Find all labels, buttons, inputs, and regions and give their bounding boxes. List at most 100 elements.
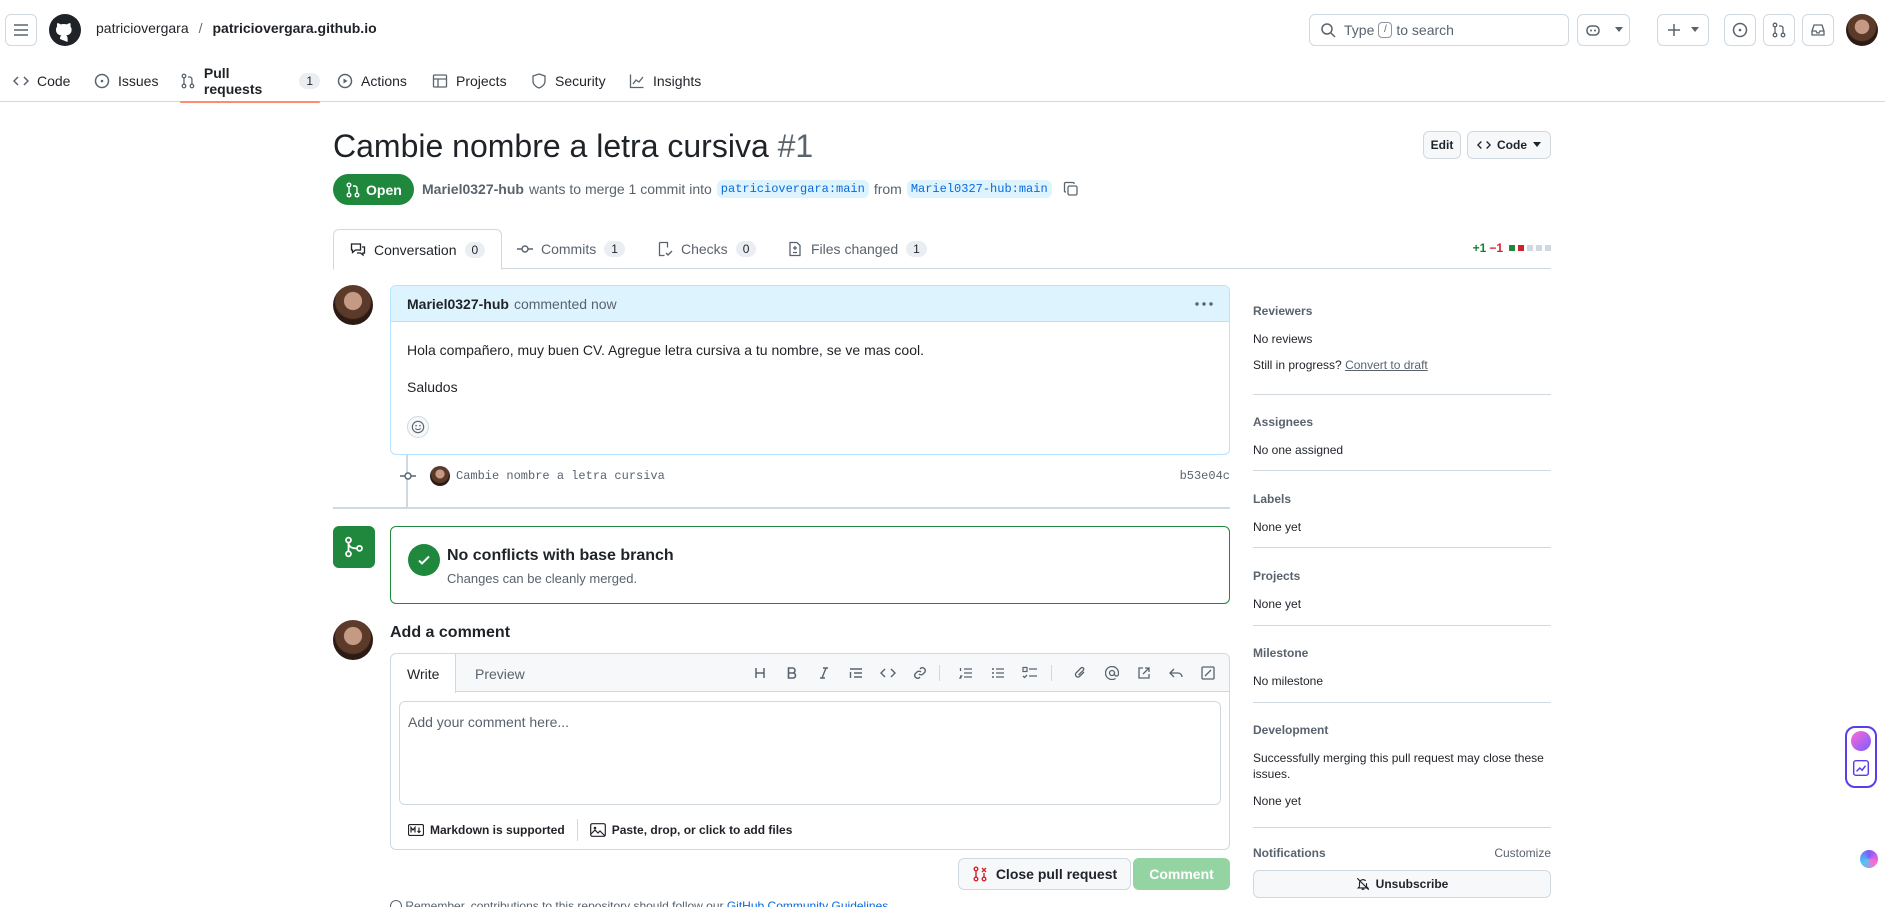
owner-link[interactable]: patriciovergara <box>96 20 189 36</box>
reviewers-heading[interactable]: Reviewers <box>1253 304 1551 318</box>
tab-commits[interactable]: Commits 1 <box>501 229 641 269</box>
nav-pull-requests-label: Pull requests <box>203 65 263 97</box>
heading-button[interactable] <box>751 664 769 682</box>
tab-checks[interactable]: Checks 0 <box>641 229 772 269</box>
diffstat-block <box>1518 245 1524 251</box>
avatar[interactable] <box>333 285 373 325</box>
extension-widget[interactable] <box>1845 726 1877 788</box>
guidelines-link[interactable]: GitHub Community Guidelines <box>727 899 888 907</box>
table-icon <box>432 74 448 88</box>
merge-text: wants to merge 1 commit into <box>528 181 712 197</box>
nav-code[interactable]: Code <box>13 60 70 102</box>
tab-preview[interactable]: Preview <box>459 654 541 693</box>
markdown-link[interactable]: Markdown is supported <box>408 823 565 837</box>
fullscreen-button[interactable] <box>1199 664 1217 682</box>
attach-files-link[interactable]: Paste, drop, or click to add files <box>589 823 792 837</box>
milestone-heading[interactable]: Milestone <box>1253 646 1551 660</box>
link-button[interactable] <box>911 664 929 682</box>
italic-icon <box>820 667 828 679</box>
nav-insights[interactable]: Insights <box>629 60 701 102</box>
base-branch[interactable]: patriciovergara:main <box>716 180 869 198</box>
add-comment-title: Add a comment <box>390 624 511 641</box>
repo-link[interactable]: patriciovergara.github.io <box>213 20 377 36</box>
quote-icon <box>849 668 862 678</box>
close-pull-request-button[interactable]: Close pull request <box>958 858 1131 890</box>
reference-button[interactable] <box>1135 664 1153 682</box>
avatar[interactable] <box>333 620 373 660</box>
inbox-button[interactable] <box>1802 14 1834 46</box>
menu-button[interactable] <box>5 14 37 46</box>
nav-actions[interactable]: Actions <box>337 60 407 102</box>
tab-write[interactable]: Write <box>391 654 457 693</box>
search-icon <box>1321 23 1336 38</box>
play-icon <box>337 73 353 89</box>
code-icon <box>880 668 896 678</box>
nav-issues[interactable]: Issues <box>94 60 158 102</box>
labels-heading[interactable]: Labels <box>1253 492 1551 506</box>
customize-link[interactable]: Customize <box>1494 846 1551 873</box>
unordered-list-icon <box>992 668 1004 678</box>
comment-time[interactable]: commented now <box>514 296 617 312</box>
mention-icon <box>1105 666 1119 680</box>
development-heading[interactable]: Development <box>1253 723 1551 737</box>
assistant-icon <box>1851 731 1871 751</box>
convert-to-draft-link[interactable]: Convert to draft <box>1345 358 1428 372</box>
pull-requests-button[interactable] <box>1763 14 1795 46</box>
search-suffix: to search <box>1396 22 1454 38</box>
nav-security[interactable]: Security <box>531 60 606 102</box>
search-input[interactable]: Type / to search <box>1309 14 1569 46</box>
pr-author-link[interactable]: Mariel0327-hub <box>422 181 524 197</box>
commit-sha-link[interactable]: b53e04c <box>1180 469 1230 483</box>
bold-button[interactable] <box>783 664 801 682</box>
comment-paragraph: Hola compañero, muy buen CV. Agregue let… <box>407 342 924 358</box>
nav-projects-label: Projects <box>456 73 507 89</box>
quote-button[interactable] <box>847 664 865 682</box>
github-logo-icon[interactable] <box>49 14 81 46</box>
unsubscribe-button[interactable]: Unsubscribe <box>1253 870 1551 898</box>
nav-projects[interactable]: Projects <box>432 60 507 102</box>
assignees-heading[interactable]: Assignees <box>1253 415 1551 429</box>
add-reaction-button[interactable] <box>407 416 429 438</box>
tab-conversation[interactable]: Conversation 0 <box>333 229 503 270</box>
saved-replies-button[interactable] <box>1167 664 1185 682</box>
comment-button[interactable]: Comment <box>1133 858 1230 890</box>
ordered-list-button[interactable] <box>957 664 975 682</box>
sidebar-notifications: Notifications Customize <box>1253 846 1551 873</box>
attach-button[interactable] <box>1071 664 1089 682</box>
commit-icon <box>400 472 416 480</box>
draft-question: Still in progress? <box>1253 358 1342 372</box>
mention-button[interactable] <box>1103 664 1121 682</box>
commit-message-link[interactable]: Cambie nombre a letra cursiva <box>456 469 665 483</box>
copilot-button[interactable] <box>1577 14 1630 46</box>
code-button[interactable] <box>879 664 897 682</box>
comment-options-button[interactable] <box>1195 301 1213 306</box>
comment-placeholder: Add your comment here... <box>408 714 570 730</box>
comment-textarea[interactable]: Add your comment here... <box>399 701 1221 805</box>
git-pull-request-closed-icon <box>973 866 987 882</box>
issues-button[interactable] <box>1724 14 1756 46</box>
breadcrumb-separator: / <box>198 20 203 36</box>
merge-subtitle: Changes can be cleanly merged. <box>447 571 638 586</box>
pull-request-icon <box>1772 22 1786 38</box>
italic-button[interactable] <box>815 664 833 682</box>
assistant-bubble-icon[interactable] <box>1860 850 1878 868</box>
avatar[interactable] <box>430 466 450 486</box>
unordered-list-button[interactable] <box>989 664 1007 682</box>
tab-conversation-count: 0 <box>464 241 486 258</box>
code-dropdown-button[interactable]: Code <box>1467 131 1551 159</box>
create-new-button[interactable] <box>1657 14 1709 46</box>
tab-files-changed[interactable]: Files changed 1 <box>771 229 943 269</box>
issue-icon <box>1732 22 1748 38</box>
plus-icon <box>1668 24 1680 36</box>
projects-heading[interactable]: Projects <box>1253 569 1551 583</box>
task-list-button[interactable] <box>1021 664 1039 682</box>
nav-pull-requests[interactable]: Pull requests 1 <box>180 60 320 103</box>
toolbar-divider <box>1051 665 1052 681</box>
edit-title-button[interactable]: Edit <box>1423 131 1461 159</box>
copy-branch-button[interactable] <box>1063 181 1079 197</box>
comment-author-link[interactable]: Mariel0327-hub <box>407 296 509 312</box>
nav-code-label: Code <box>37 73 71 89</box>
head-branch[interactable]: Mariel0327-hub:main <box>906 180 1052 198</box>
user-avatar[interactable] <box>1846 14 1878 46</box>
pull-request-icon <box>346 182 360 197</box>
